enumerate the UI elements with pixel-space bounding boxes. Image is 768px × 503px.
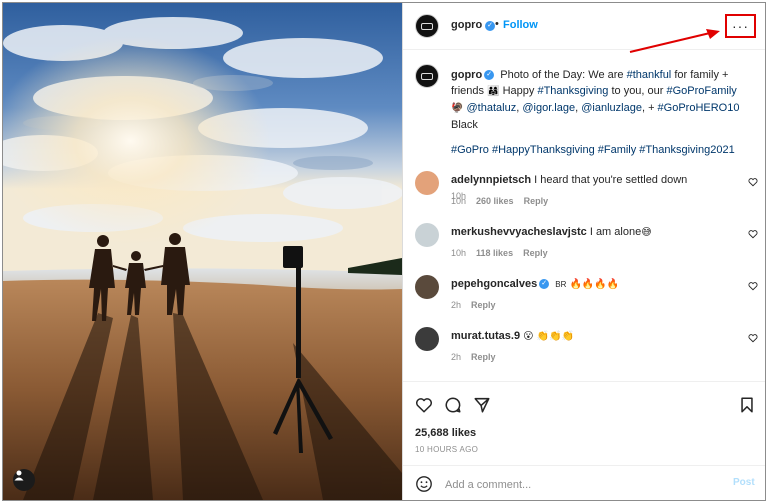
camera-icon xyxy=(421,22,433,30)
beach-photo-illustration xyxy=(3,3,402,500)
camera-icon xyxy=(421,72,433,80)
commenter-username[interactable]: murat.tutas.9 xyxy=(451,330,520,342)
comment-meta: 10h 118 likes Reply xyxy=(451,248,548,258)
heart-icon[interactable] xyxy=(748,333,758,343)
like-heart-icon[interactable] xyxy=(415,396,433,414)
author-username[interactable]: gopro xyxy=(451,19,482,31)
caption-text: gopro ✓ Photo of the Day: We are #thankfu… xyxy=(451,69,740,156)
comment-meta: 2h Reply xyxy=(451,352,496,362)
heart-icon[interactable] xyxy=(748,229,758,239)
author-avatar[interactable] xyxy=(415,14,439,38)
sweat-smile-emoji: 😅 xyxy=(641,227,652,238)
annotation-arrow-icon xyxy=(629,29,720,53)
reply-button[interactable]: Reply xyxy=(471,352,496,362)
hashtag-goprohero10[interactable]: #GoProHERO10 xyxy=(658,102,740,114)
commenter-username[interactable]: pepehgoncalves xyxy=(451,278,537,290)
comment-likes[interactable]: 260 likes xyxy=(476,196,514,206)
clap-emoji: 😮 👏👏👏 xyxy=(523,331,575,342)
tagged-user-icon[interactable] xyxy=(13,469,35,491)
commenter-avatar[interactable] xyxy=(415,327,439,351)
post-timestamp: 10 HOURS AGO xyxy=(415,445,479,454)
verified-icon: ✓ xyxy=(485,21,495,31)
comment-item: merkushevvyacheslavjstc I am alone😅 10h 1… xyxy=(415,223,760,263)
emoji-icon[interactable] xyxy=(415,475,433,493)
comment-time: 10h xyxy=(451,196,467,206)
like-count[interactable]: 25,688 likes xyxy=(415,427,476,439)
caption-line3-rest: Black xyxy=(451,119,478,131)
comment-likes[interactable]: 118 likes xyxy=(476,248,513,258)
heart-icon[interactable] xyxy=(748,177,758,187)
caption-line2-rest: to you, our xyxy=(608,85,667,97)
commenter-username[interactable]: merkushevvyacheslavjstc xyxy=(451,226,587,238)
comment-body: BR xyxy=(555,280,567,289)
comment-time: 2h xyxy=(451,300,462,310)
post-side-panel: gopro ✓ • Follow ··· gopro ✓ Photo of the… xyxy=(402,3,765,500)
caption-hashtags[interactable]: #GoPro #HappyThanksgiving #Family #Thank… xyxy=(451,144,735,156)
commenter-avatar[interactable] xyxy=(415,171,439,195)
comment-text: merkushevvyacheslavjstc I am alone😅 xyxy=(451,224,741,241)
share-icon[interactable] xyxy=(473,396,491,414)
comment-composer: Post xyxy=(403,465,765,500)
comment-time: 2h xyxy=(451,352,462,362)
caption-line1: Photo of the Day: We are xyxy=(500,69,627,81)
more-options-button[interactable]: ··· xyxy=(725,14,756,38)
comment-meta: 10h 260 likes Reply xyxy=(451,196,548,206)
verified-icon: ✓ xyxy=(539,279,550,290)
comment-text: adelynnpietsch I heard that you're settl… xyxy=(451,172,741,188)
mention-igor-lage[interactable]: @igor.lage xyxy=(522,102,575,114)
bookmark-icon[interactable] xyxy=(738,396,756,414)
verified-icon: ✓ xyxy=(484,70,495,81)
post-photo[interactable] xyxy=(3,3,402,500)
commenter-avatar[interactable] xyxy=(415,223,439,247)
family-emoji: 👨‍👩‍👧 xyxy=(487,86,500,97)
post-dialog: gopro ✓ • Follow ··· gopro ✓ Photo of the… xyxy=(2,2,766,501)
caption-username[interactable]: gopro xyxy=(451,69,482,81)
hashtag-thankful[interactable]: #thankful xyxy=(627,69,672,81)
follow-button[interactable]: Follow xyxy=(503,19,538,31)
comment-item: pepehgoncalves ✓ BR 🔥🔥🔥🔥 2h Reply xyxy=(415,275,760,315)
comment-body: I heard that you're settled down xyxy=(534,174,688,186)
comment-time: 10h xyxy=(451,248,467,258)
post-comment-button[interactable]: Post xyxy=(733,477,755,488)
caption-line2: Happy xyxy=(499,85,538,97)
action-bar: 25,688 likes 10 HOURS AGO Post xyxy=(403,381,765,500)
comment-meta: 2h Reply xyxy=(451,300,496,310)
header-separator: • xyxy=(495,18,499,30)
comment-text: pepehgoncalves ✓ BR 🔥🔥🔥🔥 xyxy=(451,276,741,293)
commenter-username[interactable]: adelynnpietsch xyxy=(451,174,531,186)
reply-button[interactable]: Reply xyxy=(471,300,496,310)
heart-icon[interactable] xyxy=(748,281,758,291)
mention-ianluzlage[interactable]: @ianluzlage xyxy=(581,102,642,114)
comment-text: murat.tutas.9 😮 👏👏👏 xyxy=(451,328,741,345)
comment-item: murat.tutas.9 😮 👏👏👏 2h Reply xyxy=(415,327,760,367)
comment-item: adelynnpietsch I heard that you're settl… xyxy=(415,171,760,211)
comment-body: I am alone xyxy=(589,226,642,238)
more-options-icon: ··· xyxy=(732,18,749,34)
reply-button[interactable]: Reply xyxy=(523,248,548,258)
comments-list[interactable]: gopro ✓ Photo of the Day: We are #thankfu… xyxy=(403,50,765,380)
commenter-avatar[interactable] xyxy=(415,275,439,299)
hashtag-thanksgiving[interactable]: #Thanksgiving xyxy=(537,85,608,97)
comment-icon[interactable] xyxy=(444,396,462,414)
fire-emoji: 🔥🔥🔥🔥 xyxy=(569,279,620,290)
turkey-emoji: 🦃 xyxy=(451,103,464,114)
reply-button[interactable]: Reply xyxy=(524,196,549,206)
caption-plus: , + xyxy=(641,102,658,114)
mention-thataluz[interactable]: @thataluz xyxy=(467,102,517,114)
caption-avatar[interactable] xyxy=(415,64,439,88)
hashtag-goprofamily[interactable]: #GoProFamily xyxy=(667,85,737,97)
comment-input[interactable] xyxy=(443,474,707,496)
